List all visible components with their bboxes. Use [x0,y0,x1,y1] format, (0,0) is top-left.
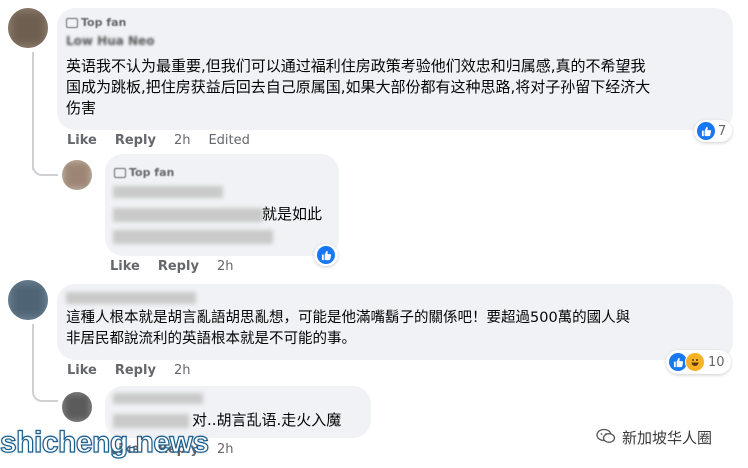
comment-text: 对..胡言乱语.走火入魔 [192,411,342,429]
watermark-left: shicheng.news [0,425,210,459]
timestamp[interactable]: 2h [174,133,191,148]
timestamp[interactable]: 2h [217,442,234,457]
thread-line [32,324,34,384]
reaction-count[interactable]: 7 [694,120,733,142]
timestamp[interactable]: 2h [217,259,234,274]
like-button[interactable]: Like [67,363,97,378]
thread-connector [32,376,58,402]
wechat-icon [596,428,616,448]
redacted-text [113,208,263,222]
redacted-author [113,186,223,198]
avatar[interactable] [62,160,92,190]
watermark-right: 新加坡华人圈 [596,427,712,448]
reaction-count[interactable]: 10 [666,350,731,374]
comment-text: 就是如此 [262,205,323,223]
comment-actions: Like Reply 2h Edited [67,133,250,148]
thread-connector [32,150,58,176]
like-button[interactable]: Like [67,133,97,148]
comment-author[interactable]: Low Hua Neo [66,34,154,48]
comment-text: 這種人根本就是胡言亂語胡思亂想，可能是他滿嘴鬍子的關係吧！要超過500萬的國人與… [66,310,631,347]
redacted-author [113,393,203,404]
comment-text: 英语我不认为最重要,但我们可以通过福利住房政策考验他们效忠和归属感,真的不希望我… [66,57,651,117]
edited-label[interactable]: Edited [208,133,249,148]
avatar[interactable] [8,280,48,320]
thumbs-up-icon [697,122,715,140]
comment-actions: Like Reply 2h [110,259,233,274]
reply-button[interactable]: Reply [115,133,156,148]
like-button[interactable]: Like [110,259,140,274]
thumbs-up-icon [317,246,335,264]
reply-button[interactable]: Reply [115,363,156,378]
reply-button[interactable]: Reply [158,259,199,274]
reaction-count[interactable] [314,244,338,266]
timestamp[interactable]: 2h [174,363,191,378]
avatar[interactable] [62,392,92,422]
haha-icon [685,352,705,372]
badge-icon [66,17,78,28]
avatar[interactable] [8,8,48,48]
badge-icon [114,167,126,178]
redacted-author [66,292,196,304]
top-fan-badge: Top fan [66,16,126,29]
comment-actions: Like Reply 2h [67,363,190,378]
top-fan-badge: Top fan [114,166,174,179]
redacted-text [113,230,273,244]
